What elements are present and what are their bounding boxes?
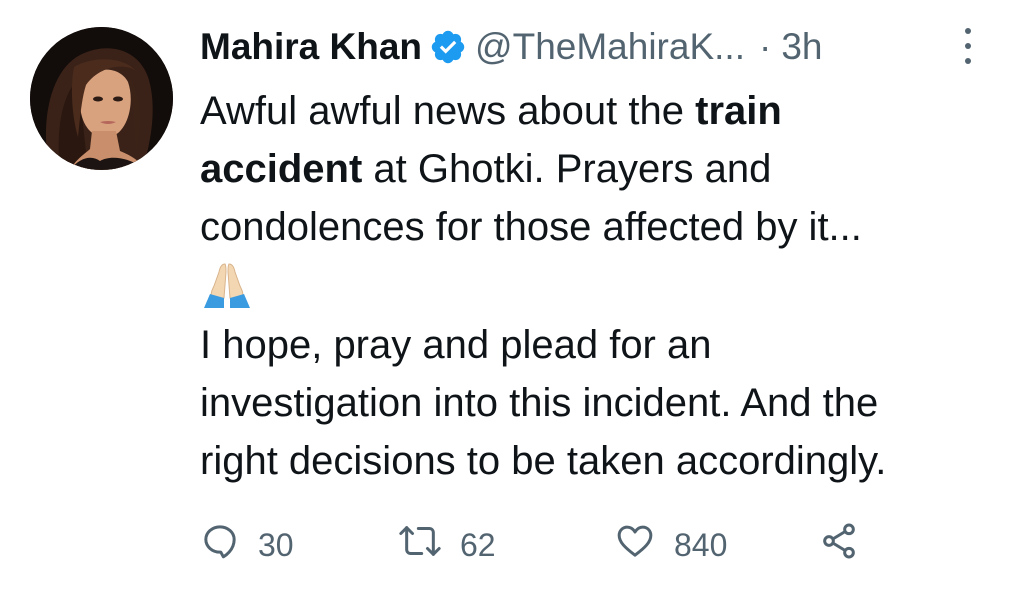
tweet-text-segment: Awful awful news about the [200,89,696,133]
tweet-text: Awful awful news about the train acciden… [200,82,1000,490]
retweet-count: 62 [460,526,496,563]
more-dot [965,58,971,64]
tweet-line-5: investigation into this incident. And th… [200,381,879,425]
tweet-header: Mahira Khan @TheMahiraK... · 3h [200,22,1000,72]
share-button[interactable] [818,522,860,568]
avatar[interactable] [30,27,173,170]
folded-hands-emoji [200,262,1000,316]
tweet-line-3: condolences for those affected by it... [200,205,862,249]
reply-button[interactable]: 30 [200,522,294,568]
tweet-actions: 30 62 840 [200,522,920,568]
like-button[interactable]: 840 [614,522,727,568]
more-options-icon[interactable] [958,28,978,64]
like-count: 840 [674,526,728,563]
separator-dot: · [758,26,772,67]
tweet-text-bold: accident [200,147,363,191]
more-dot [965,28,971,34]
tweet-line-2: accident at Ghotki. Prayers and [200,140,1000,198]
tweet-line-6: right decisions to be taken accordingly. [200,439,887,483]
tweet-text-segment: at Ghotki. Prayers and [362,147,772,191]
reply-icon [200,521,240,569]
retweet-button[interactable]: 62 [398,522,496,568]
tweet-card[interactable]: Mahira Khan @TheMahiraK... · 3h Awful aw… [0,0,1024,591]
tweet-text-bold: train [695,89,782,133]
reply-count: 30 [258,526,294,563]
tweet-timestamp[interactable]: 3h [781,22,822,72]
more-dot [965,43,971,49]
retweet-icon [398,521,442,569]
tweet-line-4: I hope, pray and plead for an [200,323,712,367]
heart-icon [614,521,656,569]
author-name[interactable]: Mahira Khan [200,22,422,72]
share-icon [818,521,860,569]
author-handle[interactable]: @TheMahiraK... [475,22,745,72]
tweet-line-1: Awful awful news about the train [200,82,1000,140]
avatar-image [30,27,173,170]
verified-badge-icon [429,28,467,66]
